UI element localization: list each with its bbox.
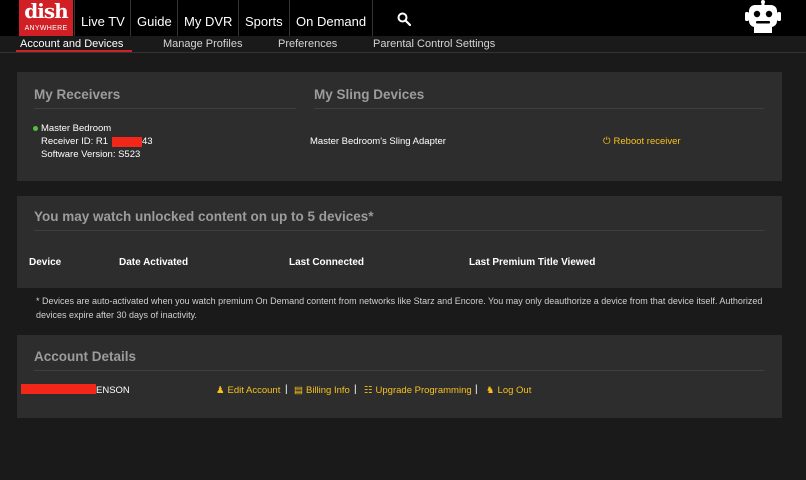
tab-account-and-devices[interactable]: Account and Devices	[20, 38, 123, 50]
cart-icon: ☷	[364, 385, 373, 396]
redaction-bar	[21, 384, 96, 394]
edit-account-link[interactable]: ♟ Edit Account	[216, 385, 280, 396]
billing-info-link[interactable]: ▤ Billing Info	[294, 385, 350, 396]
receiver-id-suffix: 43	[142, 136, 153, 147]
search-icon[interactable]	[397, 12, 411, 26]
devices-footnote: * Devices are auto-activated when you wa…	[36, 296, 763, 320]
top-navigation: dish ANYWHERE Live TV Guide My DVR Sport…	[0, 0, 806, 36]
upgrade-programming-label: Upgrade Programming	[375, 385, 472, 396]
column-header-last-premium-title: Last Premium Title Viewed	[469, 257, 596, 268]
nav-my-dvr[interactable]: My DVR	[177, 0, 238, 36]
user-icon: ♟	[216, 385, 225, 396]
tab-manage-profiles[interactable]: Manage Profiles	[163, 38, 243, 50]
link-separator: |	[475, 384, 478, 395]
receiver-id-prefix: Receiver ID: R1	[41, 136, 109, 147]
billing-info-label: Billing Info	[305, 385, 350, 396]
software-version: Software Version: S523	[41, 149, 141, 160]
column-header-device: Device	[29, 257, 62, 268]
active-tab-indicator	[16, 50, 132, 52]
nav-on-demand[interactable]: On Demand	[289, 0, 374, 36]
log-out-link[interactable]: ♞ Log Out	[486, 385, 531, 396]
tab-parental-control-settings[interactable]: Parental Control Settings	[373, 38, 495, 50]
sling-device-name: Master Bedroom's Sling Adapter	[310, 136, 446, 147]
devices-limit-title: You may watch unlocked content on up to …	[34, 209, 374, 224]
nav-guide[interactable]: Guide	[130, 0, 178, 36]
devices-divider	[34, 230, 764, 231]
receiver-online-status-icon	[33, 126, 38, 131]
nav-sports[interactable]: Sports	[238, 0, 289, 36]
account-divider	[34, 370, 764, 371]
receiver-name: Master Bedroom	[41, 123, 112, 134]
document-icon: ▤	[294, 385, 303, 396]
sling-divider	[314, 108, 764, 109]
account-holder-name: ENSON	[96, 385, 130, 396]
column-header-date-activated: Date Activated	[119, 257, 189, 268]
upgrade-programming-link[interactable]: ☷ Upgrade Programming	[364, 385, 472, 396]
power-icon: ⏻	[603, 136, 611, 147]
my-receivers-title: My Receivers	[34, 87, 121, 102]
nav-live-tv[interactable]: Live TV	[74, 0, 131, 36]
account-details-title: Account Details	[34, 349, 137, 364]
logout-icon: ♞	[486, 385, 495, 396]
dish-anywhere-logo[interactable]: dish ANYWHERE	[19, 0, 73, 36]
reboot-receiver-label: Reboot receiver	[613, 136, 681, 147]
edit-account-label: Edit Account	[227, 385, 281, 396]
link-separator: |	[285, 384, 288, 395]
tab-preferences[interactable]: Preferences	[278, 38, 337, 50]
logo-wordmark: dish	[24, 0, 68, 23]
my-sling-devices-title: My Sling Devices	[314, 87, 425, 102]
account-subnav: Account and Devices Manage Profiles Pref…	[0, 36, 806, 53]
link-separator: |	[354, 384, 357, 395]
redaction-bar	[112, 137, 142, 147]
reboot-receiver-link[interactable]: ⏻ Reboot receiver	[603, 136, 681, 147]
receivers-divider	[34, 108, 296, 109]
logo-subtitle: ANYWHERE	[24, 25, 68, 32]
column-header-last-connected: Last Connected	[289, 257, 365, 268]
profile-avatar-icon[interactable]	[744, 0, 782, 34]
log-out-label: Log Out	[497, 385, 532, 396]
account-details-panel	[17, 335, 782, 418]
